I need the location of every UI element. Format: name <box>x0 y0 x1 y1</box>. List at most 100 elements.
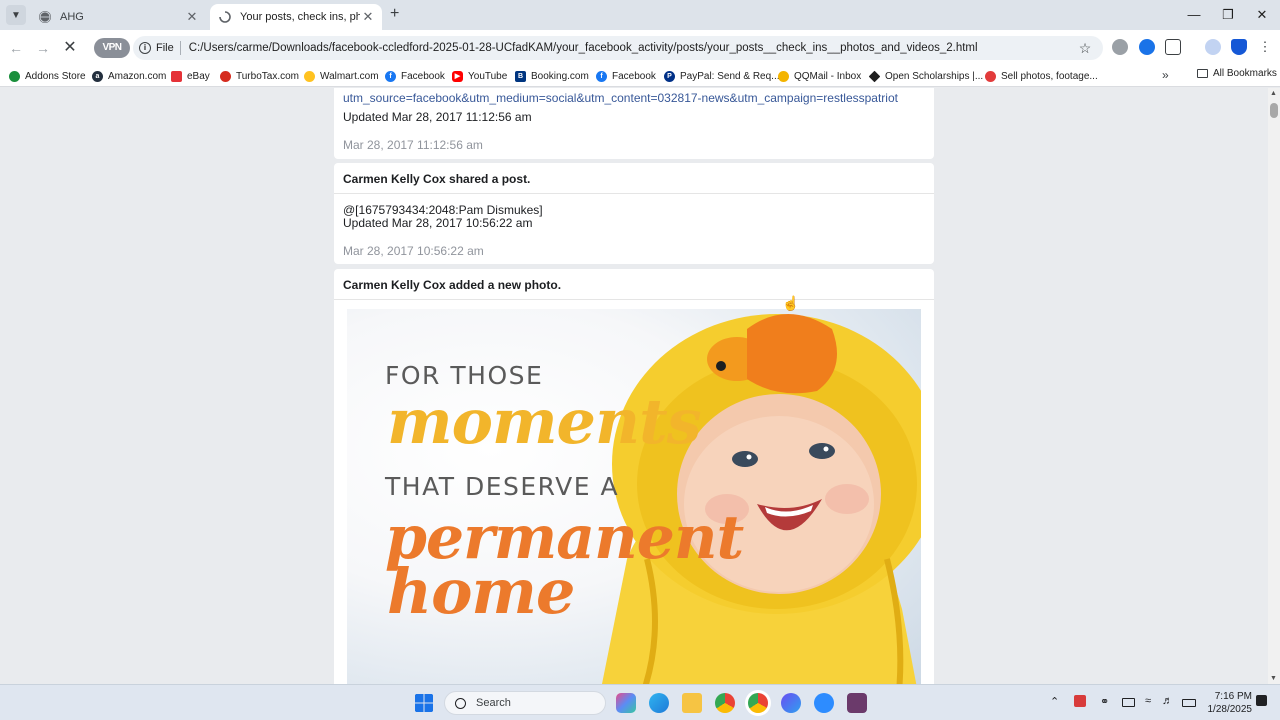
post-timestamp: Mar 28, 2017 10:56:22 am <box>343 244 484 258</box>
system-clock[interactable]: 7:16 PM 1/28/2025 <box>1200 690 1253 716</box>
file-explorer-icon[interactable] <box>682 693 702 713</box>
scrollbar-thumb[interactable] <box>1270 103 1278 118</box>
bookmark-open-scholarships[interactable]: Open Scholarships |... <box>868 68 983 84</box>
bookmark-star-icon[interactable]: ☆ <box>1075 40 1095 57</box>
globe-icon <box>39 11 51 23</box>
edge-beta-icon[interactable] <box>781 693 801 713</box>
bookmark-label: PayPal: Send & Req... <box>680 70 780 82</box>
vpn-badge[interactable]: VPN <box>94 38 130 58</box>
post-header: Carmen Kelly Cox added a new photo. <box>334 269 934 300</box>
more-bookmarks-chevron-icon[interactable]: » <box>1162 68 1169 82</box>
sell-photos-icon <box>985 70 996 82</box>
turbotax-icon <box>220 70 231 82</box>
app-v-icon[interactable] <box>847 693 867 713</box>
bookmark-booking[interactable]: B Booking.com <box>515 68 589 84</box>
scheme-label: File <box>156 42 174 54</box>
bookmark-qqmail[interactable]: QQMail - Inbox <box>778 68 861 84</box>
minimize-button[interactable]: — <box>1178 4 1210 26</box>
zoom-icon[interactable] <box>814 693 834 713</box>
tray-app-icon[interactable] <box>1074 695 1086 707</box>
all-bookmarks-label: All Bookmarks <box>1213 68 1277 79</box>
facebook-icon: f <box>385 70 396 82</box>
bookmark-label: QQMail - Inbox <box>794 70 862 82</box>
copilot-icon[interactable] <box>616 693 636 713</box>
addons-store-icon <box>9 70 20 82</box>
close-window-button[interactable]: ✕ <box>1246 4 1278 26</box>
security-shield-icon[interactable] <box>1231 39 1247 55</box>
edge-icon[interactable] <box>649 693 669 713</box>
close-icon[interactable]: ✕ <box>360 9 376 25</box>
forward-button[interactable]: → <box>32 37 54 59</box>
bookmark-label: Facebook <box>612 70 656 82</box>
bookmark-label: Walmart.com <box>320 70 379 82</box>
scroll-up-arrow-icon[interactable]: ▲ <box>1270 90 1277 97</box>
bookmark-turbotax[interactable]: TurboTax.com <box>220 68 299 84</box>
new-tab-button[interactable]: + <box>390 5 399 23</box>
taskbar-search-box[interactable]: Search <box>444 691 606 715</box>
booking-icon: B <box>515 70 526 82</box>
bookmark-paypal[interactable]: P PayPal: Send & Req... <box>664 68 780 84</box>
bookmark-youtube[interactable]: ▶ YouTube <box>452 68 507 84</box>
microphone-icon[interactable]: ⚭ <box>1100 695 1109 708</box>
search-icon <box>455 697 466 709</box>
diamond-icon <box>868 70 881 82</box>
tab-title: Your posts, check ins, photos ar <box>240 11 360 23</box>
address-bar[interactable]: i File C:/Users/carme/Downloads/facebook… <box>133 36 1103 60</box>
stop-loading-button[interactable]: ✕ <box>59 37 81 59</box>
extension-gear-icon[interactable] <box>1112 39 1128 55</box>
post-card: utm_source=facebook&utm_medium=social&ut… <box>334 88 934 159</box>
tab-ahg[interactable]: AHG ✕ <box>30 4 206 30</box>
chevron-down-icon: ▼ <box>11 9 21 21</box>
keyboard-icon[interactable] <box>1122 698 1135 707</box>
all-bookmarks-button[interactable]: All Bookmarks <box>1197 68 1277 79</box>
more-menu-icon[interactable]: ⋮ <box>1257 39 1273 55</box>
battery-icon[interactable] <box>1182 699 1196 707</box>
qqmail-icon <box>778 70 789 82</box>
bookmark-walmart[interactable]: Walmart.com <box>304 68 379 84</box>
bookmark-sell-photos[interactable]: Sell photos, footage... <box>985 68 1098 84</box>
chrome-icon[interactable] <box>715 693 735 713</box>
updated-text: Updated Mar 28, 2017 10:56:22 am <box>343 216 533 230</box>
divider <box>179 41 181 55</box>
profile-avatar[interactable] <box>1205 39 1221 55</box>
back-button[interactable]: ← <box>5 37 27 59</box>
restore-button[interactable]: ❐ <box>1212 4 1244 26</box>
photo-text-line: THAT DESERVE A <box>385 472 620 501</box>
extensions-puzzle-icon[interactable] <box>1165 39 1181 55</box>
bookmark-ebay[interactable]: eBay <box>171 68 210 84</box>
vertical-scrollbar[interactable]: ▲ ▼ <box>1268 88 1280 684</box>
tab-your-posts[interactable]: Your posts, check ins, photos ar ✕ <box>210 4 382 30</box>
bookmark-label: Booking.com <box>531 70 589 82</box>
folder-icon <box>1197 69 1208 78</box>
page-viewport: utm_source=facebook&utm_medium=social&ut… <box>0 88 1268 684</box>
site-info-chip[interactable]: i File <box>133 42 180 54</box>
notifications-icon[interactable] <box>1256 695 1267 706</box>
bookmark-addons-store[interactable]: Addons Store <box>9 68 86 84</box>
tab-strip: ▼ AHG ✕ Your posts, check ins, photos ar… <box>0 0 1280 30</box>
close-icon[interactable]: ✕ <box>184 9 200 25</box>
url-text[interactable]: C:/Users/carme/Downloads/facebook-ccledf… <box>189 42 1075 54</box>
bookmark-facebook[interactable]: f Facebook <box>385 68 445 84</box>
toolbar: ← → ✕ VPN i File C:/Users/carme/Download… <box>0 30 1280 65</box>
wifi-icon[interactable]: ≈ <box>1145 695 1151 707</box>
bookmark-facebook-2[interactable]: f Facebook <box>596 68 656 84</box>
bookmark-label: Sell photos, footage... <box>1001 70 1098 82</box>
facebook-icon: f <box>596 70 607 82</box>
extension-shield-icon[interactable] <box>1139 39 1155 55</box>
walmart-icon <box>304 70 315 82</box>
scroll-down-arrow-icon[interactable]: ▼ <box>1270 675 1277 682</box>
bookmark-label: YouTube <box>468 70 508 82</box>
tab-title: AHG <box>60 11 84 23</box>
paypal-icon: P <box>664 70 675 82</box>
speaker-icon[interactable]: ♬ <box>1162 695 1173 707</box>
post-header: Carmen Kelly Cox shared a post. <box>334 163 934 194</box>
show-hidden-icons-chevron-icon[interactable]: ⌃ <box>1050 695 1059 708</box>
chrome-active-icon[interactable] <box>748 693 768 713</box>
post-link[interactable]: utm_source=facebook&utm_medium=social&ut… <box>343 92 934 105</box>
tab-search-menu-button[interactable]: ▼ <box>6 5 26 25</box>
post-card: Carmen Kelly Cox added a new photo. FOR … <box>334 269 934 684</box>
bookmark-amazon[interactable]: a Amazon.com <box>92 68 166 84</box>
windows-start-icon[interactable] <box>414 693 434 713</box>
youtube-icon: ▶ <box>452 70 463 82</box>
post-photo[interactable]: FOR THOSE moments THAT DESERVE A permane… <box>347 309 921 684</box>
